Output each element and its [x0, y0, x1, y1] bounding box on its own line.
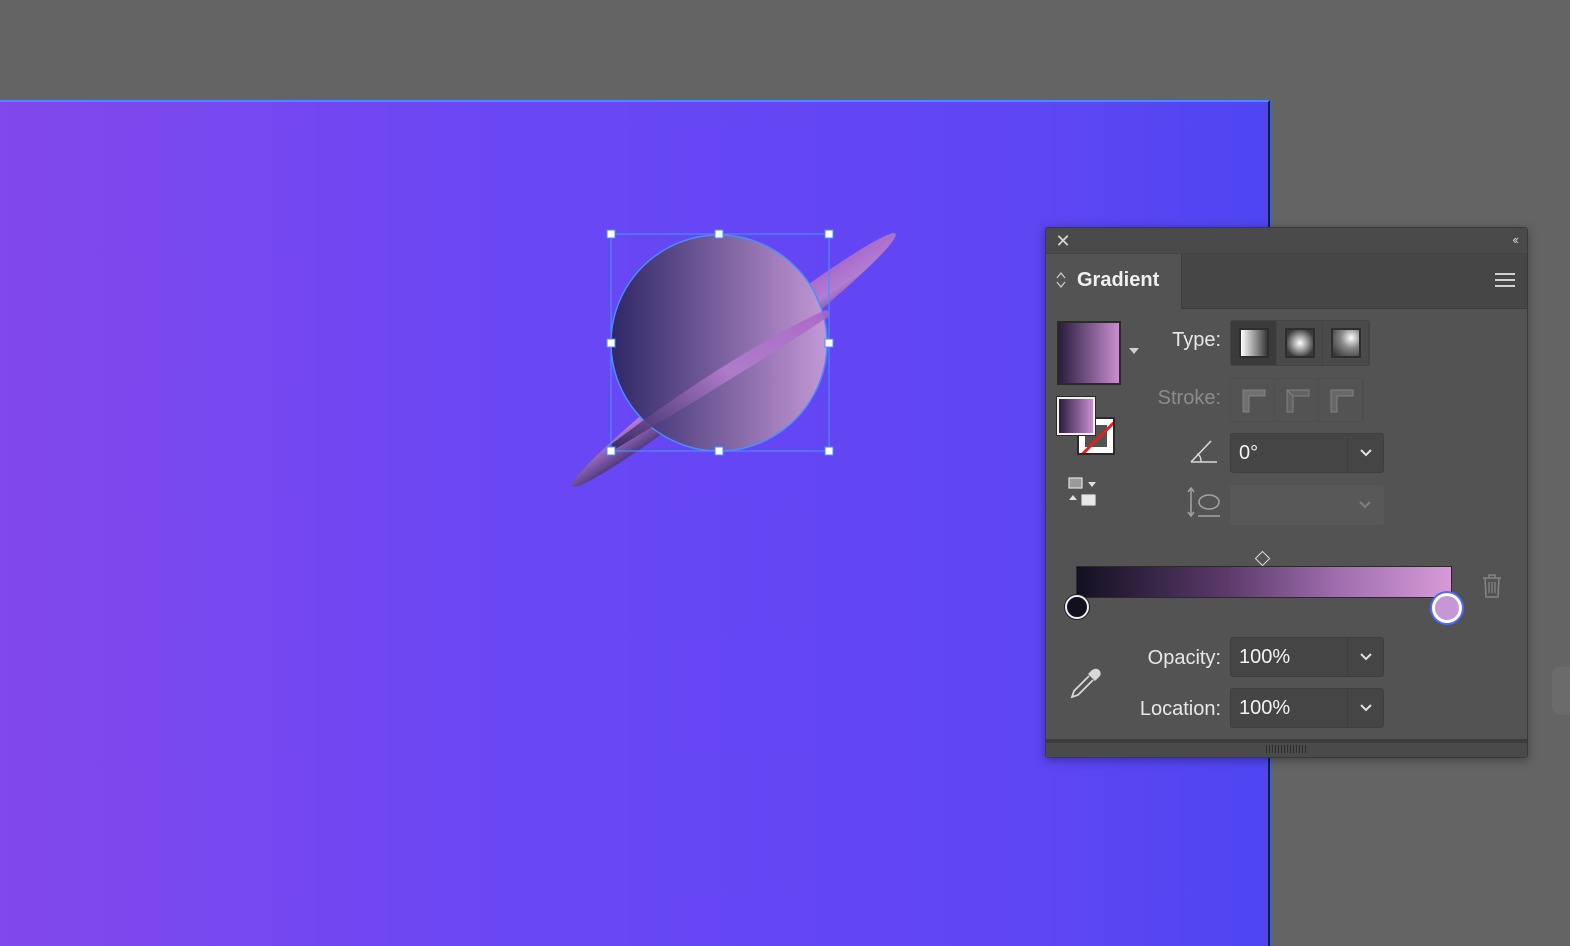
freeform-gradient-icon [1330, 328, 1361, 358]
linear-gradient-icon [1238, 328, 1269, 358]
opacity-label: Opacity: [1147, 647, 1221, 669]
handle-tr [824, 229, 834, 239]
stroke-across-button[interactable] [1319, 379, 1363, 421]
radial-gradient-icon [1284, 328, 1315, 358]
hamburger-menu-icon[interactable] [1495, 273, 1515, 289]
linear-gradient-button[interactable] [1231, 321, 1277, 365]
double-chevron-left-icon[interactable]: ‹‹ [1512, 232, 1519, 247]
handle-tm [714, 229, 724, 239]
handle-tl [606, 229, 616, 239]
stroke-across-icon [1330, 389, 1353, 413]
side-panel-tab[interactable] [1552, 667, 1570, 715]
handle-bm [714, 446, 724, 456]
gradient-swatch[interactable] [1057, 321, 1121, 385]
swatch-dropdown-icon[interactable] [1129, 348, 1139, 354]
planet-artwork[interactable] [550, 225, 920, 495]
panel-title: Gradient [1077, 269, 1160, 291]
fill-stroke-swatch[interactable] [1056, 396, 1119, 459]
chevron-down-icon[interactable] [1347, 638, 1383, 676]
location-input[interactable]: 100% [1231, 689, 1347, 727]
stroke-within-icon [1242, 389, 1265, 413]
opacity-input[interactable]: 100% [1231, 638, 1347, 676]
reverse-gradient-icon[interactable] [1066, 476, 1100, 508]
location-label: Location: [1139, 698, 1221, 720]
panel-footer [1046, 739, 1527, 757]
tab-gradient[interactable]: Gradient [1046, 254, 1182, 309]
handle-bl [606, 446, 616, 456]
stroke-label: Stroke: [1157, 387, 1221, 409]
gradient-panel: ✕ ‹‹ Gradient Type: Stroke: 0° Opacity: … [1045, 227, 1528, 758]
stroke-within-button[interactable] [1231, 379, 1275, 421]
location-combo[interactable]: 100% [1230, 688, 1384, 728]
chevron-down-icon[interactable] [1347, 486, 1383, 524]
planet-body [610, 234, 828, 452]
angle-icon [1190, 440, 1217, 463]
chevron-down-icon[interactable] [1347, 689, 1383, 727]
handle-br [824, 446, 834, 456]
gradient-stop-right[interactable] [1432, 593, 1462, 623]
stroke-type-group [1230, 378, 1364, 422]
opacity-combo[interactable]: 100% [1230, 637, 1384, 677]
freeform-gradient-button[interactable] [1323, 321, 1369, 365]
type-label: Type: [1172, 329, 1221, 351]
trash-icon[interactable] [1481, 573, 1503, 599]
angle-input[interactable]: 0° [1231, 434, 1347, 472]
panel-tab-bar: Gradient [1046, 254, 1527, 309]
panel-title-bar[interactable]: ✕ ‹‹ [1046, 228, 1527, 254]
aspect-ratio-icon [1187, 486, 1220, 518]
aspect-ratio-combo[interactable] [1230, 485, 1384, 525]
eyedropper-icon[interactable] [1068, 665, 1104, 701]
close-icon[interactable]: ✕ [1054, 232, 1072, 250]
chevron-down-icon[interactable] [1347, 434, 1383, 472]
gradient-type-group [1230, 320, 1370, 366]
aspect-ratio-input[interactable] [1231, 486, 1347, 524]
handle-ml [606, 338, 616, 348]
gradient-midpoint-diamond[interactable] [1254, 550, 1271, 567]
handle-mr [824, 338, 834, 348]
stroke-along-button[interactable] [1275, 379, 1319, 421]
resize-grip-icon[interactable] [1266, 745, 1306, 753]
gradient-slider[interactable] [1076, 566, 1452, 598]
updown-chevron-icon[interactable] [1056, 270, 1066, 290]
fill-swatch[interactable] [1056, 396, 1096, 436]
gradient-stop-left[interactable] [1065, 595, 1089, 619]
stroke-along-icon [1286, 389, 1309, 413]
radial-gradient-button[interactable] [1277, 321, 1323, 365]
angle-combo[interactable]: 0° [1230, 433, 1384, 473]
